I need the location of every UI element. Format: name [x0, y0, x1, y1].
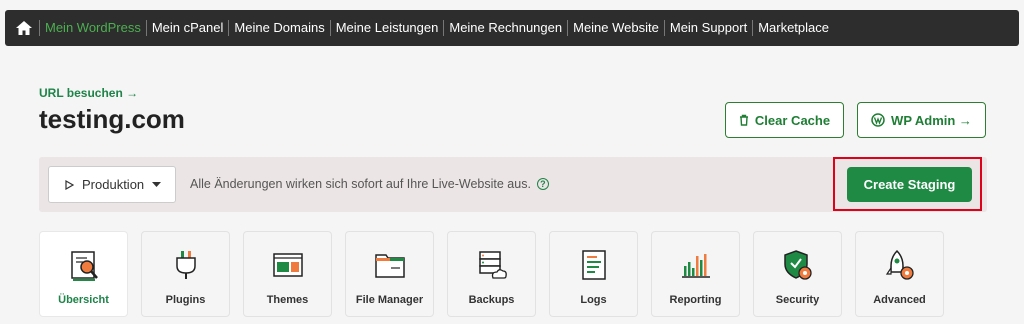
trash-icon — [739, 114, 748, 126]
tab-label: Plugins — [165, 294, 206, 306]
tab-label: Backups — [468, 294, 515, 306]
wp-admin-button[interactable]: WP Admin → — [857, 102, 986, 138]
nav-item-mein-wordpress[interactable]: Mein WordPress — [39, 20, 146, 36]
overview-icon — [70, 251, 98, 281]
tab-label: Advanced — [873, 294, 926, 306]
tab-themes[interactable]: Themes — [243, 231, 332, 317]
plug-icon — [175, 251, 196, 279]
tab-label: File Manager — [355, 294, 424, 306]
environment-note-text: Alle Änderungen wirken sich sofort auf I… — [190, 177, 531, 191]
play-icon — [65, 179, 74, 190]
environment-select-value: Produktion — [82, 177, 145, 192]
folder-icon — [374, 254, 405, 278]
tab-label: Übersicht — [58, 294, 109, 306]
rocket-gear-icon — [885, 249, 914, 280]
home-icon[interactable] — [15, 19, 33, 37]
tab-backups[interactable]: Backups — [447, 231, 536, 317]
help-icon[interactable]: ? — [536, 178, 549, 190]
nav-item-marketplace[interactable]: Marketplace — [752, 20, 834, 36]
tab-label: Reporting — [669, 294, 722, 306]
themes-icon — [272, 253, 303, 277]
tab-advanced[interactable]: Advanced — [855, 231, 944, 317]
visit-url-link[interactable]: URL besuchen → — [39, 86, 138, 100]
shield-gear-icon — [783, 250, 812, 280]
tab-reporting[interactable]: Reporting — [651, 231, 740, 317]
nav-item-mein-support[interactable]: Mein Support — [663, 20, 752, 36]
nav-item-meine-domains[interactable]: Meine Domains — [228, 20, 329, 36]
nav-item-meine-leistungen[interactable]: Meine Leistungen — [329, 20, 444, 36]
tab-logs[interactable]: Logs — [549, 231, 638, 317]
create-staging-button[interactable]: Create Staging — [847, 167, 972, 202]
tab-security[interactable]: Security — [753, 231, 842, 317]
clear-cache-label: Clear Cache — [754, 112, 831, 128]
wordpress-icon — [871, 113, 885, 127]
logs-icon — [581, 250, 606, 280]
nav-item-mein-cpanel[interactable]: Mein cPanel — [145, 20, 229, 36]
tab-overview[interactable]: Übersicht — [39, 231, 128, 317]
environment-select[interactable]: Produktion — [48, 166, 176, 203]
tab-file-manager[interactable]: File Manager — [345, 231, 434, 317]
backup-icon — [478, 251, 507, 279]
tab-label: Security — [775, 294, 820, 306]
clear-cache-button[interactable]: Clear Cache — [725, 102, 844, 138]
chart-icon — [681, 254, 710, 278]
environment-note: Alle Änderungen wirken sich sofort auf I… — [190, 177, 549, 191]
tab-label: Themes — [266, 294, 309, 306]
chevron-down-icon — [152, 181, 162, 187]
wp-admin-label: WP Admin → — [891, 112, 972, 128]
top-navigation: Mein WordPress Mein cPanel Meine Domains… — [5, 10, 1019, 46]
feature-tabs: Übersicht Plugins Themes File Manager Ba… — [39, 231, 944, 317]
page-title: testing.com — [39, 104, 185, 134]
tab-label: Logs — [580, 294, 607, 306]
nav-item-meine-rechnungen[interactable]: Meine Rechnungen — [443, 20, 567, 36]
nav-item-meine-website[interactable]: Meine Website — [567, 20, 664, 36]
tab-plugins[interactable]: Plugins — [141, 231, 230, 317]
